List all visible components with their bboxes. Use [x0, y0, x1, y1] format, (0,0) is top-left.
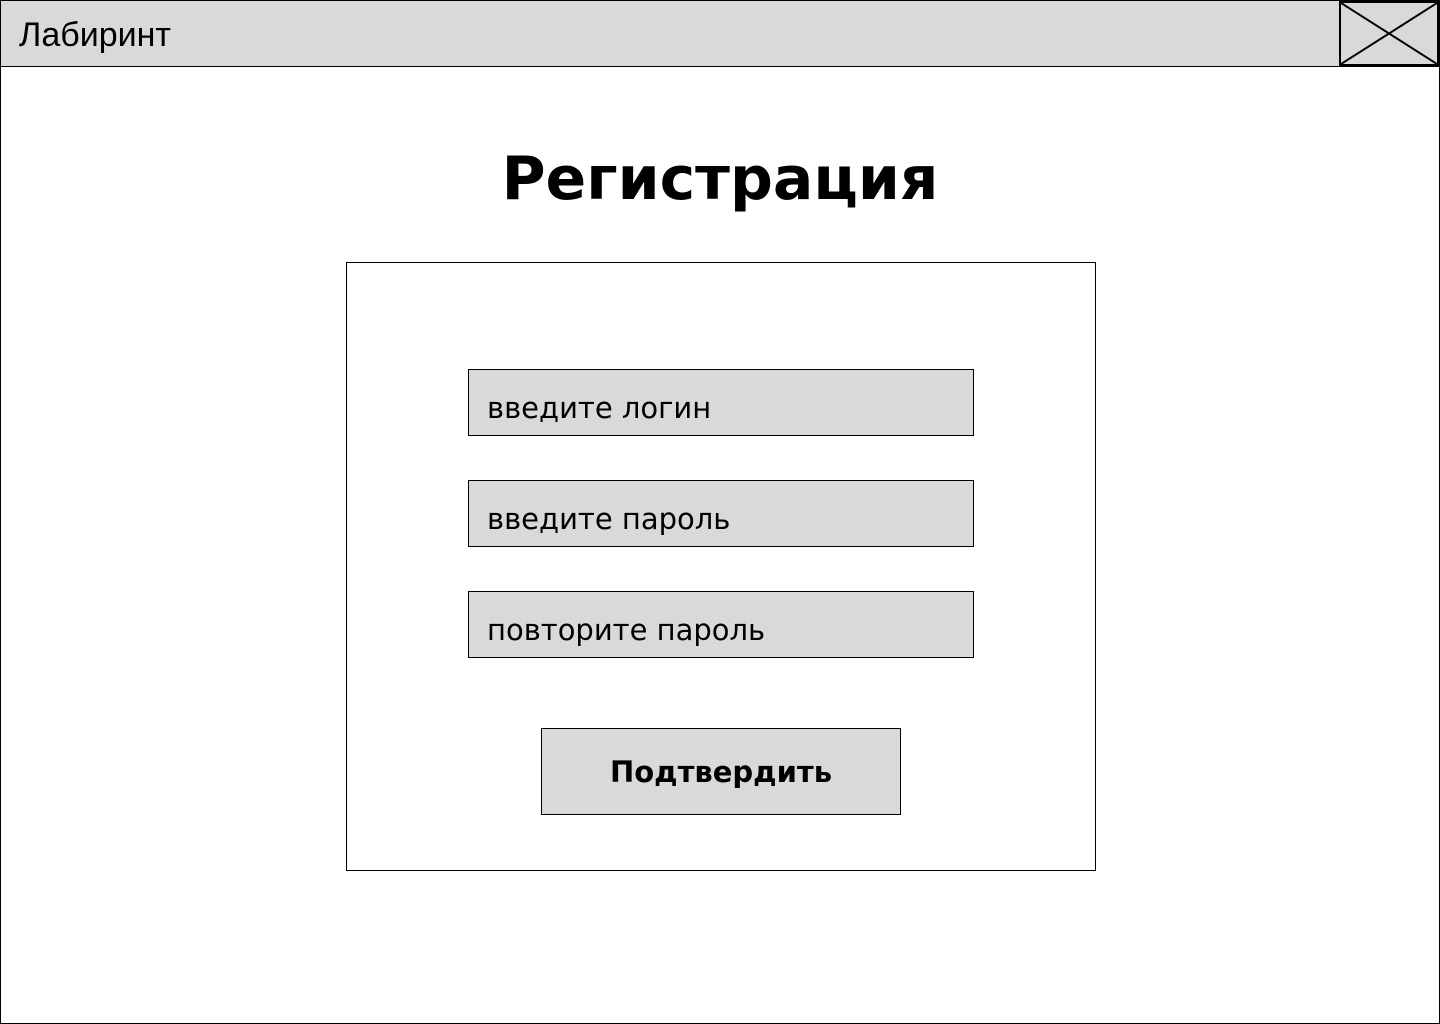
close-x-icon [1341, 3, 1437, 64]
password-placeholder: введите пароль [487, 502, 731, 536]
login-input[interactable]: введите логин [468, 369, 974, 436]
login-placeholder: введите логин [487, 391, 712, 425]
registration-form: введите логин введите пароль повторите п… [346, 262, 1096, 871]
page-title: Регистрация [501, 144, 939, 214]
repeat-password-input[interactable]: повторите пароль [468, 591, 974, 658]
title-bar: Лабиринт [1, 1, 1439, 67]
repeat-password-placeholder: повторите пароль [487, 613, 766, 647]
submit-button[interactable]: Подтвердить [541, 728, 901, 815]
password-input[interactable]: введите пароль [468, 480, 974, 547]
close-button[interactable] [1339, 1, 1439, 66]
submit-label: Подтвердить [609, 755, 833, 789]
app-title: Лабиринт [19, 16, 171, 54]
app-window: Лабиринт Регистрация введите логин введи… [0, 0, 1440, 1024]
